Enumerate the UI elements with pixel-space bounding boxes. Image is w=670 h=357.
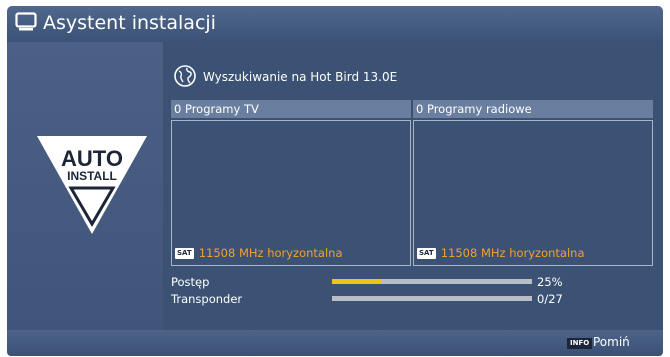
tv-frequency-text: 11508 MHz horyzontalna bbox=[198, 246, 343, 260]
header-bar: Asystent instalacji bbox=[7, 6, 663, 42]
radio-frequency: SAT 11508 MHz horyzontalna bbox=[417, 246, 585, 260]
auto-install-logo: AUTO INSTALL bbox=[37, 136, 147, 234]
radio-frequency-text: 11508 MHz horyzontalna bbox=[440, 246, 585, 260]
satellite-icon: SAT bbox=[417, 247, 436, 259]
scan-title: Wyszukiwanie na Hot Bird 13.0E bbox=[203, 70, 398, 84]
install-wizard-screen: Asystent instalacji AUTO INSTALL Wyszuki… bbox=[0, 0, 670, 357]
progress-bar-fill bbox=[332, 279, 382, 284]
auto-install-panel: AUTO INSTALL bbox=[7, 42, 163, 330]
tv-programs-list: SAT 11508 MHz horyzontalna bbox=[171, 120, 411, 266]
progress-bar bbox=[332, 279, 532, 284]
logo-line-auto: AUTO bbox=[61, 146, 123, 171]
progress-row: Postęp 25% bbox=[171, 275, 656, 290]
footer-bar: INFO Pomiń bbox=[7, 330, 663, 356]
tv-frequency: SAT 11508 MHz horyzontalna bbox=[175, 246, 343, 260]
globe-icon bbox=[174, 65, 196, 87]
transponder-value: 0/27 bbox=[537, 292, 563, 306]
transponder-label: Transponder bbox=[171, 292, 243, 306]
logo-line-install: INSTALL bbox=[67, 169, 117, 183]
radio-programs-list: SAT 11508 MHz horyzontalna bbox=[413, 120, 653, 266]
radio-programs-column: 0 Programy radiowe SAT 11508 MHz horyzon… bbox=[413, 100, 653, 266]
progress-label: Postęp bbox=[171, 275, 210, 289]
radio-programs-header: 0 Programy radiowe bbox=[413, 100, 653, 118]
tv-programs-header: 0 Programy TV bbox=[171, 100, 411, 118]
transponder-bar bbox=[332, 296, 532, 301]
transponder-row: Transponder 0/27 bbox=[171, 292, 656, 307]
page-title: Asystent instalacji bbox=[43, 12, 216, 34]
tv-programs-column: 0 Programy TV SAT 11508 MHz horyzontalna bbox=[171, 100, 411, 266]
info-key-icon[interactable]: INFO bbox=[567, 338, 593, 349]
progress-value: 25% bbox=[537, 275, 563, 289]
scan-panel: Wyszukiwanie na Hot Bird 13.0E 0 Program… bbox=[163, 42, 663, 330]
skip-button[interactable]: Pomiń bbox=[593, 335, 630, 349]
tv-icon bbox=[15, 12, 37, 31]
satellite-icon: SAT bbox=[175, 247, 194, 259]
